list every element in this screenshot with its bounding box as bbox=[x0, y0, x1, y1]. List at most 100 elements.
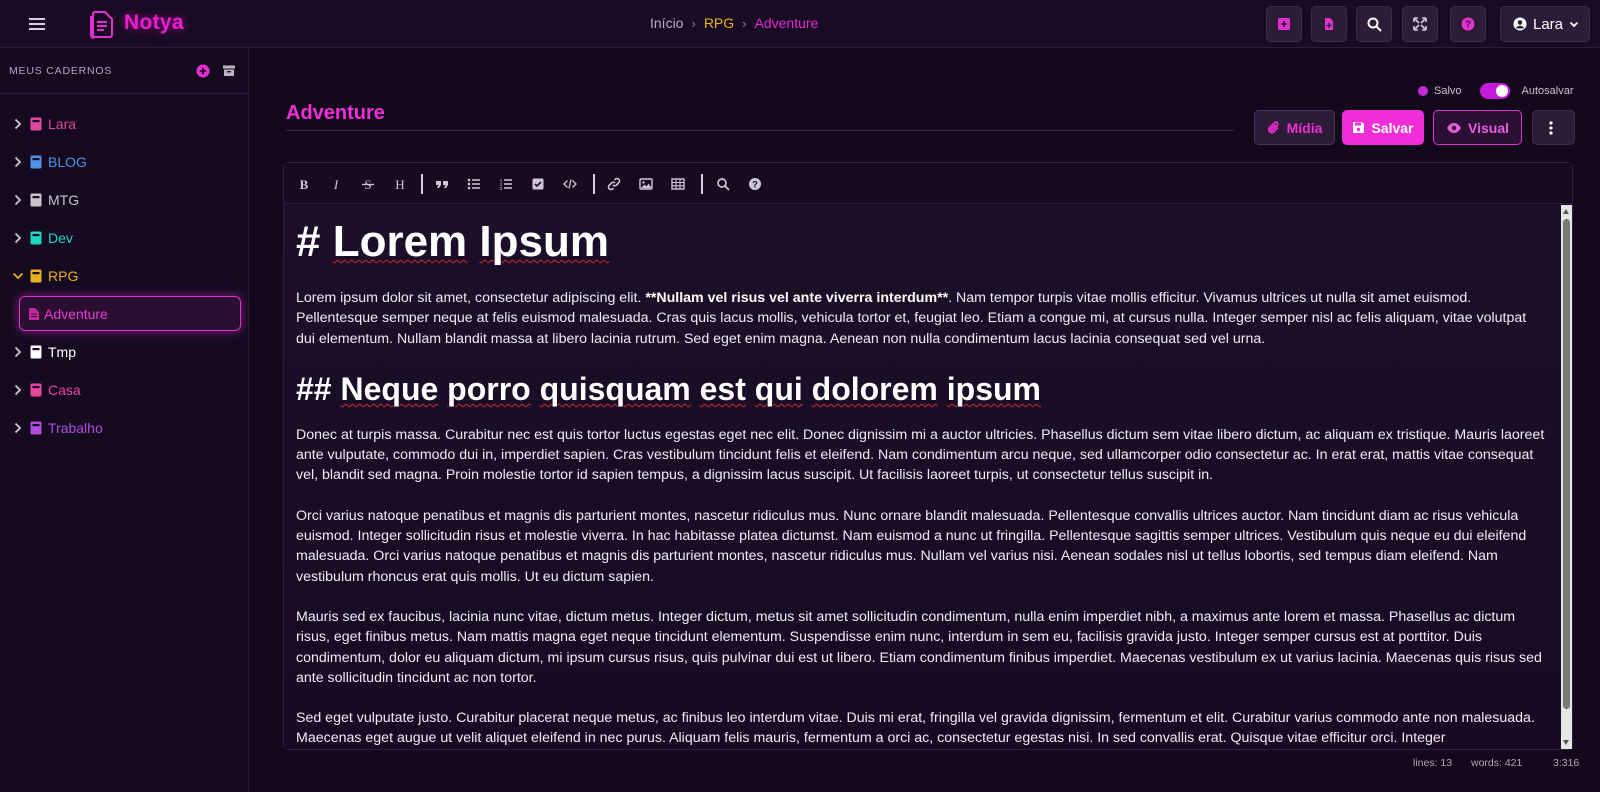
floppy-icon bbox=[1353, 122, 1365, 133]
menu-icon[interactable] bbox=[26, 13, 48, 35]
paragraph-1: Lorem ipsum dolor sit amet, consectetur … bbox=[296, 288, 1548, 349]
code-button[interactable] bbox=[560, 174, 580, 194]
title-field bbox=[286, 96, 1234, 131]
question-circle-icon: ? bbox=[749, 178, 761, 191]
svg-text:3: 3 bbox=[500, 186, 503, 191]
svg-text:H: H bbox=[395, 177, 404, 191]
bold-button[interactable]: B bbox=[294, 174, 314, 194]
notebook-icon bbox=[30, 345, 42, 359]
table-button[interactable] bbox=[668, 174, 688, 194]
save-button[interactable]: Salvar bbox=[1342, 110, 1424, 145]
user-menu-button[interactable]: Lara bbox=[1500, 6, 1590, 42]
ordered-list-icon: 123 bbox=[500, 178, 512, 191]
archive-button[interactable] bbox=[222, 64, 236, 78]
quote-button[interactable] bbox=[432, 174, 452, 194]
sidebar-notebook-mtg[interactable]: MTG bbox=[0, 182, 248, 218]
logo-icon bbox=[88, 9, 116, 39]
svg-text:?: ? bbox=[1465, 20, 1471, 31]
sidebar-notebook-trabalho[interactable]: Trabalho bbox=[0, 410, 248, 446]
breadcrumb-notebook[interactable]: RPG bbox=[704, 15, 734, 31]
chevron-right-icon bbox=[14, 346, 22, 358]
cursor-position: 3:316 bbox=[1553, 757, 1580, 769]
note-title-input[interactable] bbox=[286, 96, 1234, 130]
paragraph-2: Donec at turpis massa. Curabitur nec est… bbox=[296, 426, 1545, 484]
chevron-right-icon bbox=[14, 118, 22, 130]
chevron-right-icon: › bbox=[742, 15, 747, 31]
svg-text:?: ? bbox=[752, 180, 758, 191]
image-button[interactable] bbox=[636, 174, 656, 194]
bullet-list-button[interactable] bbox=[464, 174, 484, 194]
search-icon bbox=[717, 178, 730, 191]
checkbox-icon bbox=[532, 178, 544, 190]
add-file-icon bbox=[1325, 18, 1333, 30]
scroll-up-arrow[interactable] bbox=[1563, 209, 1569, 214]
chevron-down-icon bbox=[12, 272, 24, 280]
editor-scrollbar[interactable] bbox=[1561, 205, 1572, 749]
visual-button[interactable]: Visual bbox=[1433, 110, 1522, 145]
add-notebook-button[interactable] bbox=[196, 64, 210, 78]
search-button[interactable] bbox=[1356, 6, 1392, 42]
help-button[interactable]: ? bbox=[1450, 6, 1486, 42]
sidebar-notebook-label: RPG bbox=[48, 268, 79, 284]
new-note-button[interactable] bbox=[1311, 6, 1347, 42]
bold-text: **Nullam vel risus vel ante viverra inte… bbox=[645, 290, 949, 306]
toolbar-divider bbox=[701, 174, 703, 194]
heading-1-text: # Lorem Ipsum bbox=[296, 217, 609, 266]
visual-label: Visual bbox=[1468, 119, 1509, 136]
saved-label: Salvo bbox=[1434, 85, 1462, 97]
new-notebook-button[interactable] bbox=[1266, 6, 1302, 42]
markdown-help-button[interactable]: ? bbox=[745, 174, 765, 194]
paperclip-icon bbox=[1267, 120, 1279, 133]
sidebar-notebook-label: BLOG bbox=[48, 154, 87, 170]
table-icon bbox=[671, 178, 685, 190]
media-label: Mídia bbox=[1286, 119, 1323, 136]
sidebar-note-adventure[interactable]: Adventure bbox=[19, 296, 241, 331]
notebook-icon bbox=[30, 269, 42, 283]
add-notebook-icon bbox=[1278, 18, 1290, 30]
autosave-label: Autosalvar bbox=[1521, 85, 1574, 97]
chevron-right-icon bbox=[14, 232, 22, 244]
heading-button[interactable]: H bbox=[390, 174, 410, 194]
toolbar-divider bbox=[421, 174, 423, 194]
strikethrough-icon: S bbox=[362, 177, 374, 191]
more-options-button[interactable] bbox=[1532, 110, 1575, 145]
sidebar-notebook-label: Dev bbox=[48, 230, 73, 246]
expand-icon bbox=[1413, 17, 1427, 31]
media-button[interactable]: Mídia bbox=[1254, 110, 1335, 145]
user-name: Lara bbox=[1533, 15, 1564, 33]
task-list-button[interactable] bbox=[528, 174, 548, 194]
link-button[interactable] bbox=[604, 174, 624, 194]
sidebar-notebook-casa[interactable]: Casa bbox=[0, 372, 248, 408]
question-icon: ? bbox=[1461, 17, 1475, 31]
editor-toolbar: B I S H 123 ? bbox=[284, 163, 1572, 204]
sidebar-title: MEUS CADERNOS bbox=[9, 65, 113, 77]
paragraph-4: Mauris sed ex faucibus, lacinia nunc vit… bbox=[296, 608, 1542, 686]
scroll-down-arrow[interactable] bbox=[1563, 740, 1569, 745]
quote-icon bbox=[436, 181, 448, 188]
sidebar-notebook-blog[interactable]: BLOG bbox=[0, 144, 248, 180]
sidebar-notebook-label: Tmp bbox=[48, 344, 76, 360]
sidebar-notebook-rpg[interactable]: RPG bbox=[0, 258, 248, 294]
sidebar-notebook-lara[interactable]: Lara bbox=[0, 106, 248, 142]
top-bar: Notya Início › RPG › Adventure ? Lara bbox=[0, 0, 1600, 48]
sidebar-notebook-dev[interactable]: Dev bbox=[0, 220, 248, 256]
ordered-list-button[interactable]: 123 bbox=[496, 174, 516, 194]
editor-content[interactable]: # Lorem Ipsum Lorem ipsum dolor sit amet… bbox=[284, 205, 1560, 749]
autosave-toggle[interactable] bbox=[1479, 83, 1510, 99]
file-icon bbox=[29, 308, 39, 320]
italic-icon: I bbox=[333, 177, 339, 191]
strikethrough-button[interactable]: S bbox=[358, 174, 378, 194]
user-icon bbox=[1513, 17, 1527, 31]
find-button[interactable] bbox=[713, 174, 733, 194]
sidebar-notebook-tmp[interactable]: Tmp bbox=[0, 334, 248, 370]
chevron-right-icon bbox=[14, 156, 22, 168]
saved-check-icon bbox=[1418, 86, 1428, 96]
breadcrumb-home[interactable]: Início bbox=[650, 15, 683, 31]
scrollbar-thumb[interactable] bbox=[1563, 219, 1570, 709]
fullscreen-button[interactable] bbox=[1402, 6, 1438, 42]
chevron-right-icon bbox=[14, 422, 22, 434]
plus-circle-icon bbox=[196, 64, 210, 78]
search-icon bbox=[1367, 17, 1382, 32]
italic-button[interactable]: I bbox=[326, 174, 346, 194]
markdown-editor: B I S H 123 ? # Lorem Ipsum Lorem ipsum … bbox=[283, 162, 1573, 750]
